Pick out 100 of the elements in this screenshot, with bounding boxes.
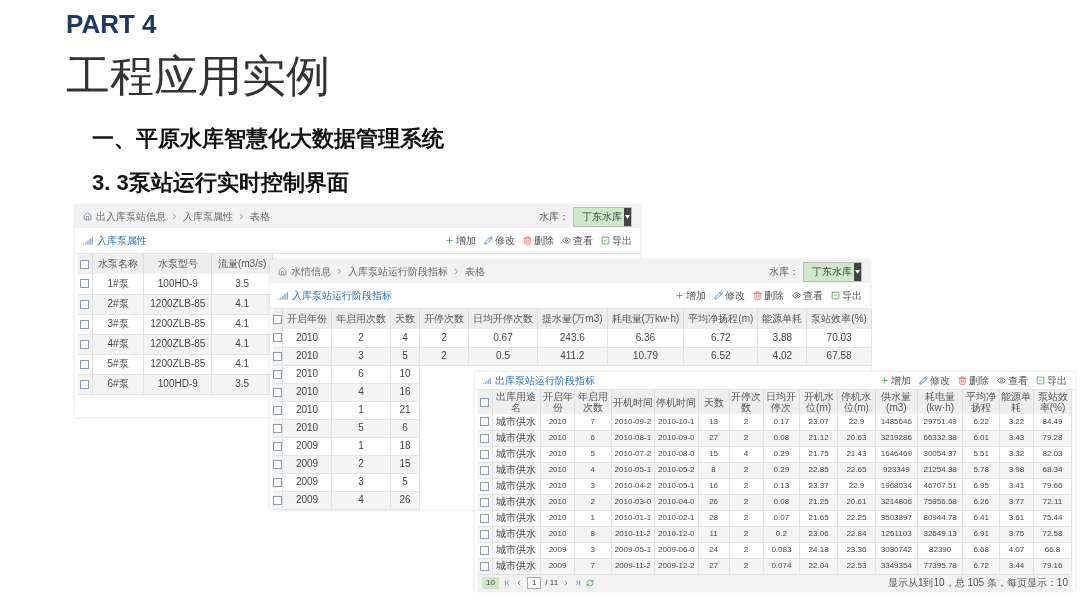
row-checkbox[interactable] bbox=[80, 299, 90, 309]
first-page-icon[interactable] bbox=[502, 578, 511, 587]
breadcrumb-link[interactable]: 表格 bbox=[465, 264, 485, 279]
page-input[interactable]: 1 bbox=[526, 576, 542, 589]
reservoir-select[interactable]: 丁东水库 bbox=[573, 206, 632, 227]
row-checkbox[interactable] bbox=[80, 379, 90, 389]
export-button[interactable]: 导出 bbox=[601, 233, 632, 248]
table-cell: 0.07 bbox=[763, 510, 800, 526]
reservoir-select[interactable]: 丁东水库 bbox=[803, 261, 862, 282]
edit-button[interactable]: 修改 bbox=[484, 233, 515, 248]
view-button[interactable]: 查看 bbox=[562, 233, 593, 248]
table-cell: 3.88 bbox=[757, 329, 807, 347]
add-button[interactable]: 增加 bbox=[880, 373, 911, 388]
delete-button[interactable]: 删除 bbox=[958, 373, 989, 388]
row-checkbox[interactable] bbox=[480, 449, 490, 459]
row-checkbox[interactable] bbox=[80, 259, 90, 269]
breadcrumb-link[interactable]: 入库泵站运行阶段指标 bbox=[348, 264, 448, 279]
row-checkbox[interactable] bbox=[480, 561, 490, 571]
table-cell: 0.5 bbox=[468, 347, 538, 365]
table-cell: 70.03 bbox=[806, 329, 872, 347]
breadcrumb-link[interactable]: 表格 bbox=[250, 209, 270, 224]
view-button[interactable]: 查看 bbox=[997, 373, 1028, 388]
row-checkbox[interactable] bbox=[273, 369, 282, 379]
row-checkbox[interactable] bbox=[480, 545, 490, 555]
table-cell: 6 bbox=[390, 419, 420, 437]
breadcrumb-link[interactable]: 出入库泵站信息 bbox=[96, 209, 166, 224]
table-cell: 0.074 bbox=[763, 558, 800, 574]
table-cell: 2 bbox=[729, 414, 764, 430]
home-icon bbox=[83, 212, 92, 221]
table-cell: 29751.49 bbox=[917, 414, 963, 430]
row-checkbox[interactable] bbox=[273, 405, 282, 415]
table-cell: 30054.37 bbox=[917, 446, 963, 462]
row-checkbox[interactable] bbox=[273, 333, 282, 343]
row-checkbox[interactable] bbox=[273, 477, 282, 487]
delete-button[interactable]: 删除 bbox=[753, 288, 784, 303]
row-checkbox[interactable] bbox=[80, 359, 90, 369]
row-checkbox[interactable] bbox=[480, 417, 490, 427]
refresh-icon[interactable] bbox=[586, 578, 595, 587]
row-checkbox[interactable] bbox=[480, 465, 490, 475]
table-cell: 77395.78 bbox=[917, 558, 963, 574]
add-button[interactable]: 增加 bbox=[445, 233, 476, 248]
row-checkbox[interactable] bbox=[273, 423, 282, 433]
table-cell: 2010 bbox=[540, 510, 575, 526]
edit-button[interactable]: 修改 bbox=[714, 288, 745, 303]
row-checkbox[interactable] bbox=[273, 495, 282, 505]
row-checkbox[interactable] bbox=[480, 529, 490, 539]
row-checkbox[interactable] bbox=[273, 387, 282, 397]
row-checkbox[interactable] bbox=[80, 279, 90, 289]
table-cell: 4 bbox=[574, 462, 612, 478]
delete-button[interactable]: 删除 bbox=[523, 233, 554, 248]
row-checkbox[interactable] bbox=[273, 351, 282, 361]
table-cell: 2 bbox=[331, 329, 391, 347]
row-checkbox[interactable] bbox=[273, 459, 282, 469]
table-cell: 4.07 bbox=[999, 542, 1034, 558]
row-checkbox[interactable] bbox=[480, 481, 490, 491]
separator-icon bbox=[237, 212, 246, 221]
export-button[interactable]: 导出 bbox=[831, 288, 862, 303]
table-cell: 24.18 bbox=[799, 542, 838, 558]
row-checkbox[interactable] bbox=[273, 314, 282, 324]
table-cell: 3 bbox=[331, 347, 391, 365]
table-cell: 2010-05-2 bbox=[654, 462, 699, 478]
table-cell: 1485646 bbox=[875, 414, 918, 430]
breadcrumb-link[interactable]: 水情信息 bbox=[291, 264, 331, 279]
eye-icon bbox=[562, 236, 571, 245]
view-button[interactable]: 查看 bbox=[792, 288, 823, 303]
row-checkbox[interactable] bbox=[480, 497, 490, 507]
table-cell: 2009 bbox=[282, 491, 332, 509]
plus-icon bbox=[675, 291, 684, 300]
home-icon bbox=[278, 267, 287, 276]
table-cell: 22.04 bbox=[799, 558, 838, 574]
table-cell: 7 bbox=[574, 558, 612, 574]
table-cell: 22.53 bbox=[837, 558, 876, 574]
table-cell: 100HD-9 bbox=[143, 274, 212, 294]
section-heading: 一、平原水库智慧化大数据管理系统 bbox=[92, 125, 445, 153]
panel-title: 入库泵站运行阶段指标 bbox=[292, 289, 392, 303]
export-button[interactable]: 导出 bbox=[1036, 373, 1067, 388]
row-checkbox[interactable] bbox=[480, 433, 490, 443]
table-cell: 75.44 bbox=[1033, 510, 1072, 526]
table-cell: 3.41 bbox=[999, 478, 1034, 494]
row-checkbox[interactable] bbox=[273, 441, 282, 451]
breadcrumb-link[interactable]: 入库泵属性 bbox=[183, 209, 233, 224]
table-cell: 923349 bbox=[875, 462, 918, 478]
add-button[interactable]: 增加 bbox=[675, 288, 706, 303]
page-size-select[interactable]: 10 bbox=[482, 576, 499, 589]
table-cell: 5#泵 bbox=[92, 354, 144, 374]
reservoir-label: 水库： bbox=[769, 265, 799, 279]
separator-icon bbox=[335, 267, 344, 276]
table-cell: 6.36 bbox=[607, 329, 684, 347]
table-cell: 3.32 bbox=[999, 446, 1034, 462]
edit-button[interactable]: 修改 bbox=[919, 373, 950, 388]
row-checkbox[interactable] bbox=[480, 397, 490, 407]
table-cell: 2009 bbox=[282, 455, 332, 473]
row-checkbox[interactable] bbox=[80, 319, 90, 329]
table-cell: 2010-05-1 bbox=[611, 462, 655, 478]
last-page-icon[interactable] bbox=[574, 578, 583, 587]
table-cell: 2009 bbox=[540, 558, 575, 574]
table-cell: 2010-08-0 bbox=[654, 446, 699, 462]
row-checkbox[interactable] bbox=[480, 513, 490, 523]
table-cell: 20.63 bbox=[837, 430, 876, 446]
row-checkbox[interactable] bbox=[80, 339, 90, 349]
